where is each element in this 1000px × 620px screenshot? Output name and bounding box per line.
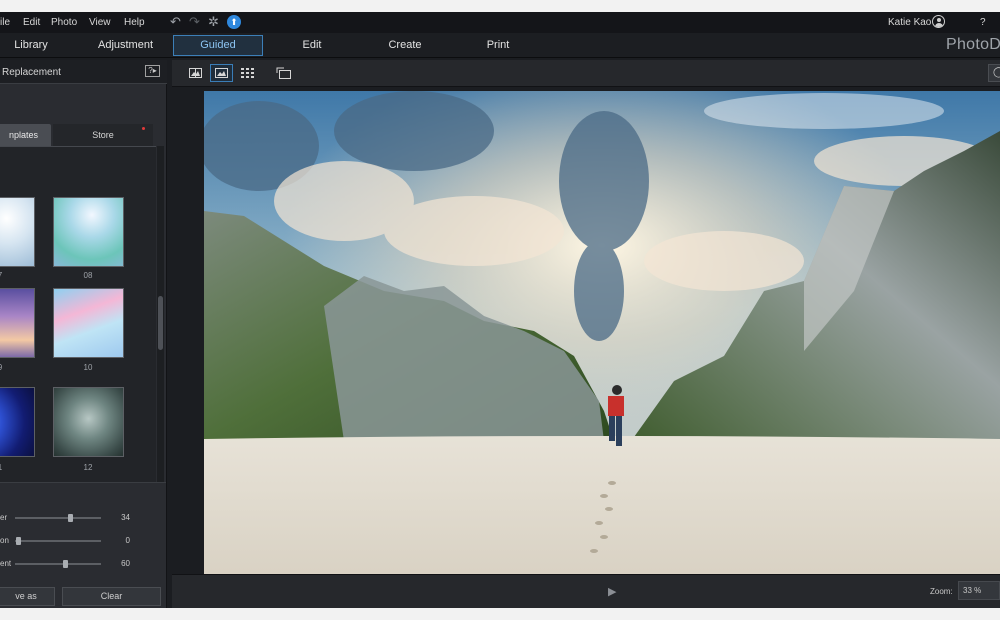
slider-value: 60 [121,559,130,568]
tab-print[interactable]: Print [468,35,528,56]
slider-track[interactable] [15,563,101,565]
app-brand: PhotoD [946,36,1000,53]
slider-track[interactable] [15,540,101,542]
thumbnail-label: 9 [0,363,20,372]
photo-editor-window: ile Edit Photo View Help ↶ ↷ ✲ ⬆ Katie K… [0,12,1000,608]
settings-icon[interactable]: ✲ [208,15,219,28]
tab-templates[interactable]: nplates [0,124,51,146]
panel-help-icon[interactable]: ?▸ [145,65,160,77]
menu-file[interactable]: ile [0,17,10,28]
thumbnail-label: 1 [0,463,20,472]
tab-store[interactable]: Store [53,124,153,146]
rotate-view-icon[interactable] [272,64,295,82]
store-notification-dot [142,127,145,130]
help-icon[interactable]: ? [980,17,986,28]
slider-handle[interactable] [68,514,74,522]
slider-handle[interactable] [16,537,22,545]
zoom-value-field[interactable]: 33 % [958,581,1000,600]
slider-label: er [0,513,8,522]
redo-icon[interactable]: ↷ [189,15,200,28]
sky-thumbnail-11[interactable] [0,387,35,457]
menu-photo[interactable]: Photo [51,17,77,28]
tab-edit[interactable]: Edit [282,35,342,56]
thumbnail-label: 12 [83,463,93,472]
scrollbar-thumb[interactable] [158,296,163,350]
slider-label: on [0,536,9,545]
canvas-status-bar: ▶ Zoom: 33 % [172,574,1000,608]
slider-value: 0 [125,536,130,545]
sky-thumbnail-07[interactable] [0,197,35,267]
grid-view-icon[interactable] [236,64,259,82]
zoom-icon[interactable]: ◯ [988,64,1000,82]
single-view-icon[interactable] [210,64,233,82]
compare-view-icon[interactable] [184,64,207,82]
adjustment-sliders [0,482,166,574]
sky-thumbnail-10[interactable] [53,288,124,358]
play-icon[interactable]: ▶ [608,585,616,598]
menu-help[interactable]: Help [124,17,145,28]
tab-guided[interactable]: Guided [173,35,263,56]
tab-library[interactable]: Library [0,35,62,56]
sky-thumbnail-12[interactable] [53,387,124,457]
user-name[interactable]: Katie Kao [888,17,931,28]
panel-header: Replacement ?▸ [0,60,167,84]
view-toolbar: ◯ [172,60,1000,87]
slider-value: 34 [121,513,130,522]
thumbnail-label: 7 [0,271,20,280]
menu-edit[interactable]: Edit [23,17,40,28]
landscape-photo[interactable] [204,91,1000,574]
sky-thumbnail-09[interactable] [0,288,35,358]
slider-label: ent [0,559,12,568]
panel-title: Replacement [2,67,61,78]
slider-track[interactable] [15,517,101,519]
menu-view[interactable]: View [89,17,111,28]
thumbnail-label: 10 [83,363,93,372]
sky-replacement-panel: Replacement ?▸ nplates Store 7 08 9 10 1… [0,60,167,608]
tab-create[interactable]: Create [375,35,435,56]
zoom-label: Zoom: [930,587,953,596]
undo-icon[interactable]: ↶ [170,15,181,28]
clear-button[interactable]: Clear [62,587,161,606]
save-as-button[interactable]: ve as [0,587,55,606]
slider-handle[interactable] [62,560,68,568]
upgrade-icon[interactable]: ⬆ [227,15,241,29]
sky-thumbnail-08[interactable] [53,197,124,267]
menu-bar: ile Edit Photo View Help ↶ ↷ ✲ ⬆ Katie K… [0,12,1000,33]
tab-adjustment[interactable]: Adjustment [88,35,163,56]
mode-tabs: Library Adjustment Guided Edit Create Pr… [0,33,1000,58]
template-scrollbar[interactable] [157,146,164,482]
photo-canvas [172,87,1000,574]
thumbnail-label: 08 [83,271,93,280]
template-grid: 7 08 9 10 1 12 [0,146,156,482]
user-avatar-icon[interactable] [932,15,945,28]
